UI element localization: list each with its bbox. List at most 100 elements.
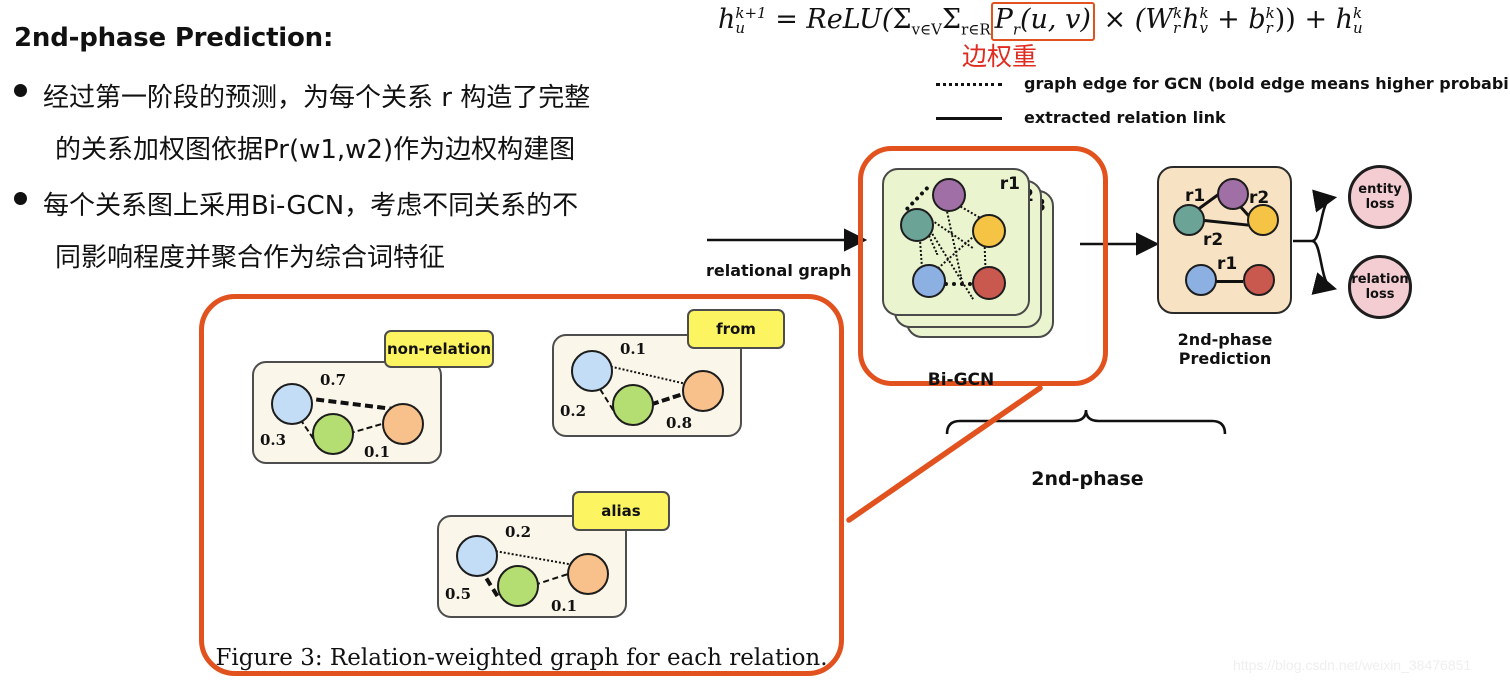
prediction-caption-line2: Prediction [1178,349,1272,368]
formula-sum2-sub: r∈R [961,20,991,39]
relgraph-node-orange [682,370,724,412]
formula-h2: h [1182,4,1200,35]
gcn-node-red [972,266,1006,300]
gcn-layer-label-r1: r1 [999,174,1020,194]
legend-label-graph-edge: graph edge for GCN (bold edge means high… [1024,74,1510,93]
formula-sum2: Σ [941,4,962,35]
gcn-node-blue [912,264,946,298]
formula-highlight-box: Pr(u, v) [990,2,1095,42]
bullet-dot-icon [14,84,27,97]
dotted-line-icon [936,78,1002,90]
highlight-connector [846,385,1043,523]
legend-item-graph-edge: graph edge for GCN (bold edge means high… [936,74,1510,93]
formula-pr-args: (u, v) [1020,4,1091,35]
prediction-node-red [1243,264,1275,296]
formula-sum1: Σ [892,4,912,35]
formula-w-sub: r [1172,19,1181,38]
formula-plus2: + [1304,4,1328,35]
relgraph-edge-top [303,396,398,412]
relgraph-node-orange [567,553,609,595]
relgraph-weight-top: 0.7 [320,371,347,389]
relational-graph-label: relational graph [706,261,852,280]
bullet-1-line-2-b: (w1,w2)作为边权构建图 [288,135,576,165]
relation-graph-from: 0.1 0.2 0.8 [552,334,742,437]
relgraph-weight-bottom: 0.1 [551,597,578,615]
legend-label-relation-link: extracted relation link [1024,108,1226,127]
bullet-item-1: 经过第一阶段的预测，为每个关系 r 构造了完整 [14,72,590,125]
bigcn-caption: Bi-GCN [927,370,995,390]
gcn-layer-r1: r1 [882,168,1030,316]
relation-loss-line1: relation [1351,272,1409,287]
formula-lhs-h: h [718,4,736,35]
prediction-edge-label-4: r1 [1217,254,1238,274]
relation-graph-non-relation: 0.7 0.3 0.1 [252,361,442,464]
relgraph-node-orange [382,403,424,445]
relgraph-weight-left: 0.2 [560,402,587,420]
relgraph-weight-top: 0.2 [505,523,532,541]
prediction-node-teal [1173,204,1205,236]
bullet-item-2: 每个关系图上采用Bi-GCN，考虑不同关系的不 [14,180,578,233]
prediction-card: r1 r2 r2 r1 [1157,166,1292,314]
prediction-edge-label-3: r2 [1203,230,1224,250]
formula-tail-h: h [1335,4,1354,35]
relation-loss-line2: loss [1365,287,1395,302]
solid-line-icon [936,112,1002,124]
relgraph-weight-left: 0.3 [260,431,287,449]
arrow-to-relation-loss [1311,239,1338,295]
formula-plus: + [1217,4,1240,35]
gcn-node-purple [932,178,966,212]
entity-loss-node: entity loss [1348,165,1412,229]
page-title: 2nd-phase Prediction: [14,23,334,53]
formula-h2-sub: v [1199,19,1208,38]
formula-annotation: 边权重 [962,42,1038,71]
relgraph-node-blue [271,383,313,425]
relgraph-weight-left: 0.5 [445,585,472,603]
prediction-node-purple [1217,178,1249,210]
formula-times: × [1103,4,1127,35]
relgraph-node-blue [456,535,498,577]
relgraph-node-green [312,413,354,455]
bullet-1-line-2-a: 的关系加权图依据P [55,135,279,165]
bullet-1-line-1: 经过第一阶段的预测，为每个关系 r 构造了完整 [43,83,591,113]
formula-equals: = [775,4,798,35]
formula-relu: ReLU( [806,4,893,35]
prediction-node-blue [1185,264,1217,296]
relation-tag-alias: alias [572,491,670,531]
formula-w: (W [1134,4,1173,35]
relgraph-weight-bottom: 0.8 [666,414,693,432]
bullet-1-line-2: 的关系加权图依据Pr(w1,w2)作为边权构建图 [55,124,575,177]
gcn-node-teal [900,208,934,242]
formula-pr-sub: r [1012,20,1020,39]
prediction-caption: 2nd-phase Prediction [1150,330,1300,368]
watermark: https://blog.csdn.net/weixin_38476851 [1233,657,1472,673]
brace-icon [945,409,1227,435]
prediction-caption-line1: 2nd-phase [1177,330,1273,349]
relgraph-node-green [497,565,539,607]
bullet-1-line-2-sub: r [278,135,289,165]
relgraph-weight-top: 0.1 [620,340,647,358]
relation-loss-node: relation loss [1348,255,1412,319]
gcn-node-yellow [972,214,1006,248]
relgraph-node-blue [571,350,613,392]
formula-lhs-sub: u [735,19,746,38]
brace-label: 2nd-phase [1031,468,1144,490]
formula-pr: P [994,4,1013,35]
relgraph-node-green [612,384,654,426]
prediction-edge [1213,280,1243,283]
formula-b: b [1248,4,1266,35]
formula: h k+1 u = ReLU(Σv∈VΣr∈R Pr(u, v) × (W k r h k v … [718,2,1363,42]
figure3-caption: Figure 3: Relation-weighted graph for ea… [215,645,828,671]
slide-canvas: 2nd-phase Prediction: 经过第一阶段的预测，为每个关系 r … [0,0,1510,689]
entity-loss-line1: entity [1358,182,1402,197]
relgraph-weight-bottom: 0.1 [364,443,391,461]
relation-tag-non-relation: non-relation [384,330,494,368]
figure3-highlight-panel: 0.7 0.3 0.1 non-relation 0.1 0.2 0.8 fro… [199,294,844,676]
prediction-edge-label-2: r2 [1249,188,1270,208]
prediction-edge-label-1: r1 [1185,186,1206,206]
prediction-node-yellow [1247,204,1279,236]
bullet-2-line-1: 每个关系图上采用Bi-GCN，考虑不同关系的不 [43,191,579,221]
relation-tag-from: from [687,309,785,349]
formula-close: )) [1274,4,1296,35]
legend-item-relation-link: extracted relation link [936,108,1226,127]
formula-b-sub: r [1265,19,1273,38]
